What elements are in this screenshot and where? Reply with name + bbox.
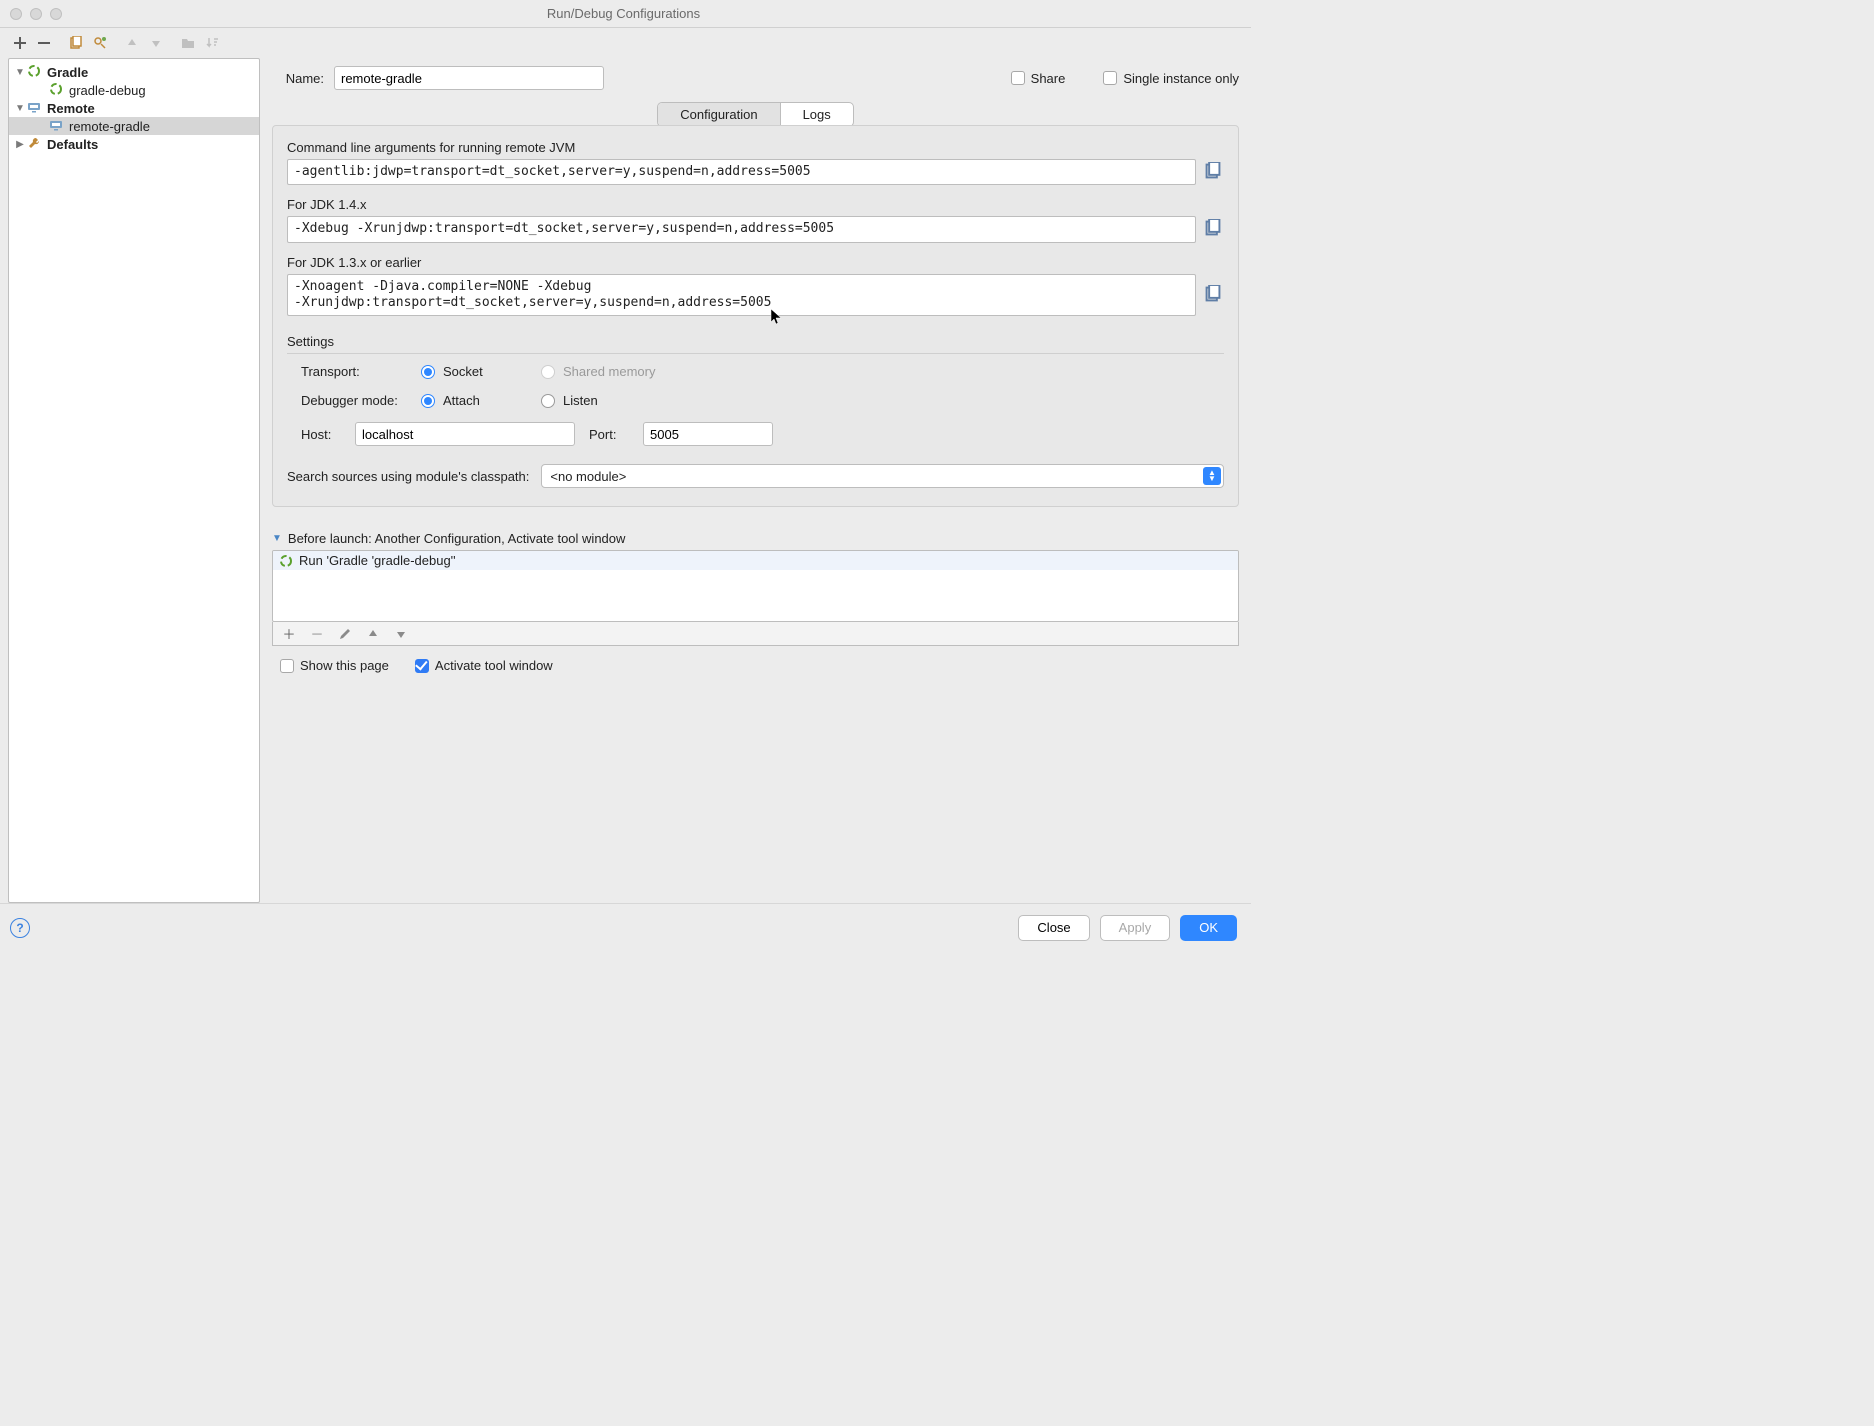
host-label: Host: xyxy=(301,427,341,442)
transport-socket-radio[interactable]: Socket xyxy=(421,364,541,379)
tab-configuration[interactable]: Configuration xyxy=(658,103,779,126)
dialog-footer: ? Close Apply OK xyxy=(0,903,1251,951)
name-input[interactable] xyxy=(334,66,604,90)
edit-task-icon[interactable] xyxy=(337,626,353,642)
jdk13-field[interactable]: -Xnoagent -Djava.compiler=NONE -Xdebug -… xyxy=(287,274,1196,317)
port-input[interactable] xyxy=(643,422,773,446)
close-button[interactable]: Close xyxy=(1018,915,1089,941)
tree-node-remote-gradle[interactable]: remote-gradle xyxy=(9,117,259,135)
single-instance-checkbox[interactable]: Single instance only xyxy=(1103,71,1239,86)
before-launch-toolbar: ＋ － xyxy=(272,622,1239,646)
gradle-icon xyxy=(279,554,293,568)
edit-defaults-icon[interactable] xyxy=(88,31,112,55)
cmd-args-field[interactable]: -agentlib:jdwp=transport=dt_socket,serve… xyxy=(287,159,1196,185)
before-launch-item[interactable]: Run 'Gradle 'gradle-debug'' xyxy=(273,551,1238,570)
configuration-panel: Command line arguments for running remot… xyxy=(272,125,1239,507)
titlebar: Run/Debug Configurations xyxy=(0,0,1251,28)
before-launch-list[interactable]: Run 'Gradle 'gradle-debug'' xyxy=(272,550,1239,622)
host-input[interactable] xyxy=(355,422,575,446)
apply-button: Apply xyxy=(1100,915,1171,941)
chevron-up-down-icon: ▲▼ xyxy=(1203,467,1221,485)
remote-icon xyxy=(49,118,65,134)
close-window-icon[interactable] xyxy=(10,8,22,20)
transport-label: Transport: xyxy=(301,364,421,379)
settings-header: Settings xyxy=(287,334,1224,349)
tree-node-remote[interactable]: ▼ Remote xyxy=(9,99,259,117)
classpath-value: <no module> xyxy=(550,469,626,484)
zoom-window-icon[interactable] xyxy=(50,8,62,20)
config-toolbar xyxy=(0,28,1251,58)
move-task-up-icon[interactable] xyxy=(365,626,381,642)
ok-button[interactable]: OK xyxy=(1180,915,1237,941)
jdk14-label: For JDK 1.4.x xyxy=(287,197,1224,212)
jdk14-field[interactable]: -Xdebug -Xrunjdwp:transport=dt_socket,se… xyxy=(287,216,1196,242)
tree-node-defaults[interactable]: ▶ Defaults xyxy=(9,135,259,153)
window-controls xyxy=(10,8,62,20)
name-label: Name: xyxy=(272,71,324,86)
cmd-args-label: Command line arguments for running remot… xyxy=(287,140,1224,155)
help-icon[interactable]: ? xyxy=(10,918,30,938)
tab-logs[interactable]: Logs xyxy=(780,103,853,126)
move-up-icon xyxy=(120,31,144,55)
folder-icon xyxy=(176,31,200,55)
sort-icon xyxy=(200,31,224,55)
move-task-down-icon[interactable] xyxy=(393,626,409,642)
divider xyxy=(287,353,1224,354)
remote-icon xyxy=(27,100,43,116)
activate-tool-window-checkbox[interactable]: Activate tool window xyxy=(415,658,553,673)
minimize-window-icon[interactable] xyxy=(30,8,42,20)
wrench-icon xyxy=(27,136,43,152)
gradle-icon xyxy=(49,82,65,98)
gradle-icon xyxy=(27,64,43,80)
tree-node-gradle-debug[interactable]: gradle-debug xyxy=(9,81,259,99)
jdk13-label: For JDK 1.3.x or earlier xyxy=(287,255,1224,270)
remove-task-icon[interactable]: － xyxy=(309,626,325,642)
chevron-down-icon: ▼ xyxy=(272,533,282,544)
remove-config-icon[interactable] xyxy=(32,31,56,55)
copy-icon[interactable] xyxy=(1204,285,1224,305)
copy-config-icon[interactable] xyxy=(64,31,88,55)
copy-icon[interactable] xyxy=(1204,162,1224,182)
tree-node-gradle[interactable]: ▼ Gradle xyxy=(9,63,259,81)
debugger-mode-label: Debugger mode: xyxy=(301,393,421,408)
classpath-select[interactable]: <no module> ▲▼ xyxy=(541,464,1224,488)
mode-listen-radio[interactable]: Listen xyxy=(541,393,711,408)
show-this-page-checkbox[interactable]: Show this page xyxy=(280,658,389,673)
classpath-label: Search sources using module's classpath: xyxy=(287,469,529,484)
share-checkbox[interactable]: Share xyxy=(1011,71,1066,86)
move-down-icon xyxy=(144,31,168,55)
before-launch-header[interactable]: ▼ Before launch: Another Configuration, … xyxy=(272,531,1239,546)
window-title: Run/Debug Configurations xyxy=(62,6,1185,21)
transport-shared-radio: Shared memory xyxy=(541,364,711,379)
config-tabs: Configuration Logs xyxy=(657,102,854,127)
mode-attach-radio[interactable]: Attach xyxy=(421,393,541,408)
copy-icon[interactable] xyxy=(1204,219,1224,239)
config-tree[interactable]: ▼ Gradle gradle-debug ▼ Remote remote-gr… xyxy=(8,58,260,903)
add-config-icon[interactable] xyxy=(8,31,32,55)
add-task-icon[interactable]: ＋ xyxy=(281,626,297,642)
port-label: Port: xyxy=(589,427,629,442)
run-debug-config-window: Run/Debug Configurations ▼ Gradle g xyxy=(0,0,1251,951)
